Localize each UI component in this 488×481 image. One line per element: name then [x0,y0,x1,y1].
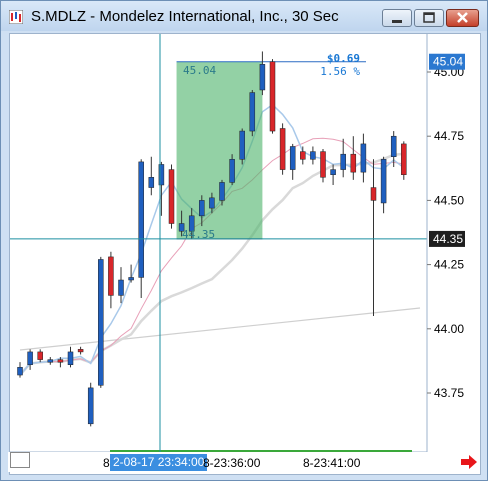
long-moving-average-line [19,307,421,351]
candle-body [108,256,114,296]
price-chart[interactable]: $0.69 1.56 % 44.35 45.04 45.0044.7544.50… [0,0,488,481]
time-tick-label: 8 [103,456,110,470]
candle [108,251,114,309]
time-tick-label: 8-23:36:00 [203,456,261,470]
cursor-price-label: 44.35 [433,232,463,246]
candle [310,146,316,165]
last-price-label: 45.04 [433,55,463,69]
candle-body [380,159,387,204]
price-tick-label: 44.00 [434,322,464,336]
candle-body [148,177,155,188]
price-tick-label: 44.75 [434,129,464,143]
candle-body [229,159,235,183]
candle-body [279,128,286,170]
measure-start-label: 44.35 [182,228,215,241]
candle [320,149,326,183]
candle-body [310,151,316,160]
candle-body [300,151,306,160]
candle-body [370,187,377,201]
candle [138,159,144,298]
candle-body [67,351,74,366]
candle-body [77,349,84,353]
candle-body [249,92,256,132]
candle-body [269,61,276,132]
candle-body [98,259,104,386]
candle-body [47,359,54,363]
candle-body [118,279,124,296]
price-tick-label: 44.25 [434,258,464,272]
candle-body [289,146,296,170]
candle-body [27,351,33,366]
candle-body [320,151,326,178]
time-tick-label: 8-23:41:00 [303,456,361,470]
candle-body [239,130,245,160]
candle [17,362,23,378]
measure-end-label: 45.04 [183,64,216,77]
candle-body [360,143,367,173]
candle [360,133,367,183]
candle [47,357,54,365]
candle [350,136,357,180]
candle [279,123,286,175]
candle-body [199,200,205,217]
candle-body [209,197,215,209]
candle [289,143,296,180]
candle-body [350,153,357,173]
cursor-time-label: 2-08-17 23:34:00 [110,454,208,471]
candle [168,164,175,229]
candle-body [340,153,346,170]
candle [98,256,104,388]
candle [401,141,407,180]
candle-body [17,367,23,376]
measure-region [176,61,263,239]
candle [77,346,84,355]
candle-body [259,64,266,91]
candle [118,267,124,304]
candle-body [37,351,43,360]
candle-body [390,135,397,157]
candle-body [168,169,175,224]
price-tick-label: 44.50 [434,193,464,207]
candle-body [330,169,336,175]
candle [340,138,346,178]
candle-body [138,161,144,278]
candle [87,382,94,427]
candle [249,89,256,137]
candle-body [401,143,407,175]
price-tick-label: 43.75 [434,386,464,400]
candle [259,51,266,96]
candle [67,346,74,368]
measure-change-label: $0.69 [327,52,360,65]
candle-body [219,182,225,201]
candle [148,156,155,196]
candle-body [57,359,64,363]
candle [269,59,276,134]
scroll-right-icon[interactable] [460,455,478,469]
candle-body [128,277,134,281]
candle [380,156,387,214]
candle [370,159,377,316]
candle [239,128,245,165]
candle [37,349,43,363]
measure-percent-label: 1.56 % [320,65,360,78]
candle-body [87,387,94,425]
axis-corner-box [10,452,30,468]
